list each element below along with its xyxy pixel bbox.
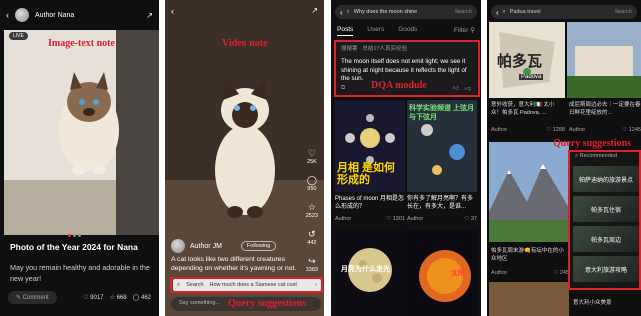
search-bar: ‹ ⌕ Why does the moon shine Search bbox=[335, 5, 477, 19]
result-card-4[interactable] bbox=[489, 282, 569, 316]
card1-overlay: 帕多瓦 bbox=[497, 53, 543, 70]
palace-icon bbox=[567, 22, 641, 98]
search-tabs: Posts Users Goods bbox=[337, 26, 417, 36]
like-button[interactable]: ♡ 25K bbox=[307, 148, 317, 165]
note-description: May you remain healthy and adorable in t… bbox=[10, 263, 150, 283]
card2-meta: Author ♡ 37 bbox=[407, 216, 477, 222]
author-name[interactable]: Author Nana bbox=[35, 12, 74, 19]
card2-title: 成尼斯周边必去｜一定要在春日鲜花里绽放的... bbox=[569, 102, 641, 116]
share-button[interactable]: ↪ 3383 bbox=[306, 256, 318, 273]
star-button[interactable]: ☆ 668 bbox=[110, 294, 127, 301]
filter-button[interactable]: Filter ⚲ bbox=[454, 26, 475, 34]
search-input[interactable]: Padua travel bbox=[510, 9, 541, 15]
back-icon[interactable]: ‹ bbox=[496, 8, 499, 17]
note-header: ‹ Author Nana ↗ bbox=[0, 0, 159, 30]
tab-posts[interactable]: Posts bbox=[337, 26, 354, 36]
query-suggestion-highlight bbox=[170, 277, 323, 293]
live-badge: LIVE bbox=[9, 32, 28, 40]
dqa-module-label: DQA module bbox=[371, 80, 427, 91]
like-icon[interactable]: ♡ 1301 bbox=[386, 216, 405, 222]
star-button[interactable]: ☆ 2523 bbox=[306, 202, 318, 219]
result-card-1[interactable]: 帕多瓦 Padova bbox=[489, 22, 565, 98]
following-button[interactable]: Following bbox=[240, 241, 277, 251]
like-icon[interactable]: ♡ 1245 bbox=[622, 127, 641, 133]
like-icon[interactable]: ♡ 245 bbox=[553, 270, 569, 276]
card3-meta: Author ♡ 245 bbox=[491, 270, 569, 276]
back-icon[interactable]: ‹ bbox=[6, 10, 9, 20]
card1-meta: Author ♡ 1301 bbox=[335, 216, 405, 222]
query-suggestions-label-1: Query suggestions bbox=[228, 298, 307, 309]
share-icon[interactable]: ↗ bbox=[311, 6, 318, 15]
back-icon[interactable]: ‹ bbox=[171, 6, 174, 16]
result-card-4[interactable]: 太阳 bbox=[407, 230, 477, 316]
recommended-highlight bbox=[568, 150, 641, 290]
card1-sublabel: Padova bbox=[519, 74, 544, 80]
card4-overlay: 太阳 bbox=[451, 270, 465, 277]
video-note-label: Video note bbox=[222, 38, 268, 49]
share-arrow-icon: ↪ bbox=[308, 256, 316, 266]
card1-title: Phases of moon 月相是怎么形成的？ bbox=[335, 196, 405, 210]
heart-icon: ♡ bbox=[307, 148, 316, 158]
comment-input[interactable]: ✎ Comment bbox=[8, 290, 57, 304]
like-icon[interactable]: ♡ 37 bbox=[464, 216, 477, 222]
engagement-bar: ✎ Comment ♡ 9017 ☆ 668 ◯ 462 bbox=[0, 287, 159, 307]
video-caption: A cat looks like two different creatures… bbox=[171, 256, 297, 272]
video-author: Author JM Following bbox=[171, 239, 277, 253]
star-icon: ☆ bbox=[307, 202, 316, 212]
avatar[interactable] bbox=[171, 239, 185, 253]
cat-photo-icon bbox=[4, 30, 159, 235]
mountain-icon bbox=[489, 142, 569, 242]
note-photo bbox=[4, 30, 159, 235]
result-card-2[interactable] bbox=[567, 22, 641, 98]
search-button[interactable]: Search bbox=[615, 9, 632, 15]
reply-icon: ↺ bbox=[308, 229, 316, 239]
share-icon[interactable]: ↗ bbox=[146, 11, 153, 20]
reply-button[interactable]: ↺ 442 bbox=[307, 229, 316, 246]
comment-icon: ◯ bbox=[306, 175, 317, 185]
tab-goods[interactable]: Goods bbox=[398, 26, 417, 36]
search-input[interactable]: Why does the moon shine bbox=[354, 9, 418, 15]
query-suggestions-label-2: Query suggestions bbox=[553, 138, 632, 149]
card3-title: 帕多瓦周末游👊有坛中在的小众地区 bbox=[491, 248, 564, 262]
filter-icon: ⚲ bbox=[470, 27, 475, 34]
avatar[interactable] bbox=[15, 8, 29, 22]
search-bar: ‹ ⌕ Padua travel Search bbox=[491, 5, 637, 19]
card2-meta: Author ♡ 1245 bbox=[569, 127, 641, 133]
card1-meta: Author ♡ 1288 bbox=[491, 127, 565, 133]
like-button[interactable]: ♡ 9017 bbox=[83, 294, 103, 301]
result-card-1[interactable]: 月相 是如何形成的 bbox=[335, 100, 405, 192]
comment-count-button[interactable]: ◯ 462 bbox=[133, 294, 151, 301]
search-icon: ⌕ bbox=[346, 8, 350, 15]
result-card-3[interactable]: 月亮为什么发光 bbox=[335, 230, 405, 316]
card1-overlay: 月相 是如何形成的 bbox=[337, 162, 396, 186]
sun-icon bbox=[407, 230, 477, 316]
result-card-2[interactable]: 科学实验频道 上弦月与下弦月 bbox=[407, 100, 477, 192]
card4-title: 意大利小众美景 bbox=[573, 300, 612, 306]
comment-button[interactable]: ◯ 950 bbox=[307, 175, 317, 192]
result-card-3[interactable] bbox=[489, 142, 569, 242]
pencil-icon: ✎ bbox=[16, 294, 23, 301]
video-action-bar: ♡ 25K ◯ 950 ☆ 2523 ↺ 442 ↪ 3383 bbox=[306, 148, 318, 273]
card1-title: 意外收获，意大利🇮🇹 太小众！帕多瓦 Padova, ... bbox=[491, 102, 555, 116]
author-name[interactable]: Author JM bbox=[190, 243, 222, 250]
card3-overlay: 月亮为什么发光 bbox=[341, 266, 390, 273]
carousel-dots bbox=[68, 234, 81, 237]
card1-headline: 科学实验频道 上弦月与下弦月 bbox=[409, 105, 474, 121]
like-icon[interactable]: ♡ 1288 bbox=[546, 127, 565, 133]
search-button[interactable]: Search bbox=[455, 9, 472, 15]
tab-users[interactable]: Users bbox=[367, 26, 384, 36]
search-icon: ⌕ bbox=[502, 8, 506, 15]
card2-title: 你有多了解月亮啊？有多长在，有多大，是谁... bbox=[407, 196, 474, 210]
note-title: Photo of the Year 2024 for Nana bbox=[10, 242, 138, 252]
back-icon[interactable]: ‹ bbox=[340, 8, 343, 17]
image-text-note-label: Image-text note bbox=[48, 38, 115, 49]
